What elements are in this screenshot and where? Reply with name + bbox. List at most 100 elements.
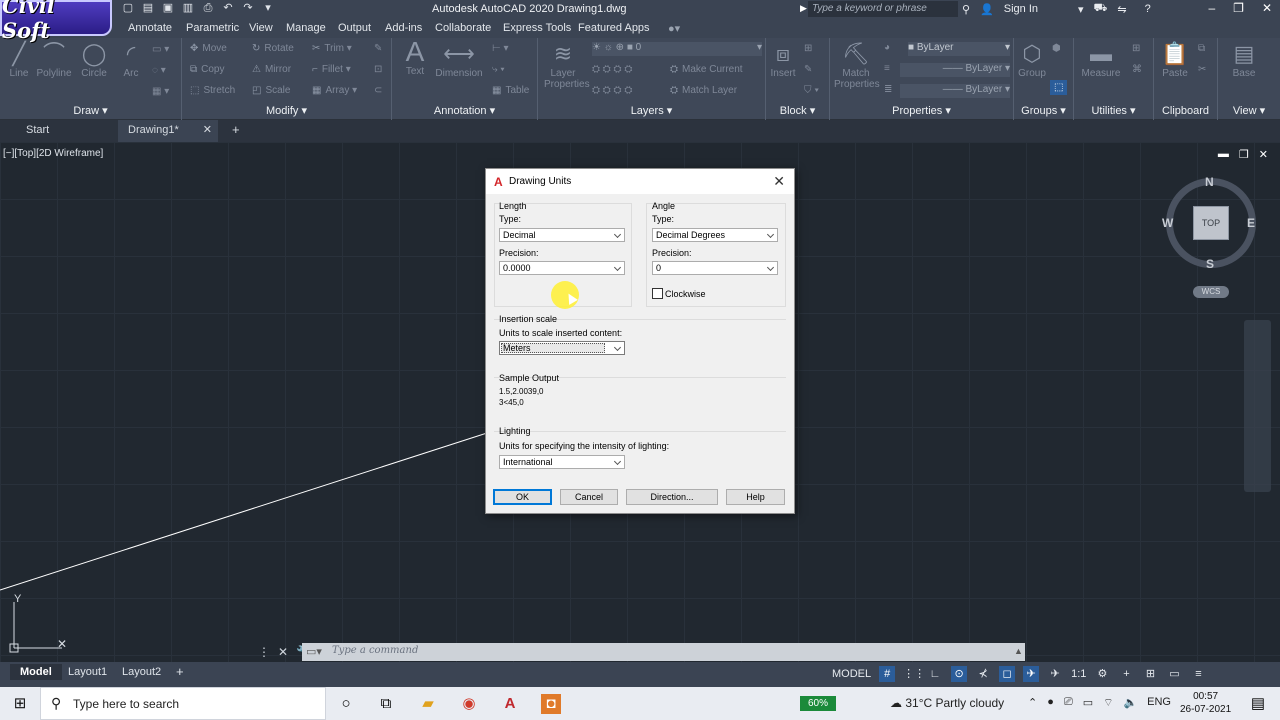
direction-button[interactable]: Direction... [626, 489, 718, 505]
weather-widget[interactable]: ☁ 31°C Partly cloudy [890, 696, 1004, 710]
lineweight-dropdown[interactable]: —— ByLayer ▾ [900, 84, 1010, 98]
file-explorer-icon[interactable]: ▰ [418, 694, 438, 714]
compass-west[interactable]: W [1162, 216, 1173, 230]
block-panel-title[interactable]: Block ▾ [766, 104, 829, 117]
redo-icon[interactable]: ↷ [242, 2, 254, 15]
rectangle-icon[interactable]: ▭ ▾ [152, 44, 169, 55]
array-tool[interactable]: ▦ Array ▾ [312, 85, 357, 96]
ungroup-icon[interactable]: ⬢ [1052, 43, 1061, 54]
color-dropdown[interactable]: ■ ByLayer ▾ [908, 42, 1010, 56]
fullscreen-icon[interactable]: ▭ [1166, 666, 1182, 682]
annotation-visibility-icon[interactable]: ✈ [1023, 666, 1040, 682]
save-as-icon[interactable]: ▥ [182, 2, 194, 15]
new-tab-icon[interactable]: + [232, 122, 240, 137]
drawn-line[interactable] [0, 142, 490, 602]
table-tool[interactable]: ▦ Table [492, 85, 529, 96]
ribbon-toggle-icon[interactable]: ●▾ [668, 22, 680, 35]
compass-south[interactable]: S [1206, 257, 1214, 271]
line-tool[interactable]: ╱ Line [4, 42, 34, 80]
make-current-tool[interactable]: ⛭ Make Current [670, 64, 743, 75]
edit-block-icon[interactable]: ✎ [804, 64, 812, 75]
restore-icon[interactable]: ❐ [1233, 1, 1244, 15]
command-expand-icon[interactable]: ▲ [1014, 646, 1023, 656]
tab-add-ins[interactable]: Add-ins [385, 22, 422, 34]
help-search-input[interactable]: Type a keyword or phrase [808, 1, 958, 17]
rotate-tool[interactable]: ↻ Rotate [252, 43, 294, 54]
block-attribute-icon[interactable]: ⛉ ▾ [804, 85, 819, 96]
mic-icon[interactable]: ● [1047, 696, 1054, 710]
tab-collaborate[interactable]: Collaborate [435, 22, 491, 34]
layer-tools-row1[interactable]: ⛭ ⛭ ⛭ ⛭ [592, 64, 632, 75]
save-icon[interactable]: ▣ [162, 2, 174, 15]
explode-icon[interactable]: ⊡ [374, 64, 382, 75]
measure-tool[interactable]: ▬ Measure [1080, 42, 1122, 80]
binoculars-icon[interactable]: ⚲ [962, 3, 970, 16]
match-properties-tool[interactable]: ⛏ Match Properties [834, 42, 880, 91]
group-tool[interactable]: ⬡ Group [1016, 42, 1048, 80]
help-icon[interactable]: ? [1145, 3, 1151, 15]
modify-panel-title[interactable]: Modify ▾ [182, 104, 391, 117]
text-tool[interactable]: A Text [400, 38, 430, 78]
insert-tool[interactable]: ⧈ Insert [768, 42, 798, 80]
command-close-icon[interactable]: ✕ [278, 645, 288, 659]
layer-properties-tool[interactable]: ≋ Layer Properties [544, 42, 590, 91]
compass-north[interactable]: N [1205, 175, 1214, 189]
isodraft-icon[interactable]: ⊀ [975, 666, 991, 682]
draw-panel-title[interactable]: Draw ▾ [0, 104, 181, 117]
properties-panel-title[interactable]: Properties ▾ [830, 104, 1013, 117]
view-panel-title[interactable]: View ▾ [1218, 104, 1280, 117]
compass-east[interactable]: E [1247, 216, 1255, 230]
color-wheel-icon[interactable]: ◕ [884, 42, 890, 53]
workspace-gear-icon[interactable]: ⚙ [1094, 666, 1110, 682]
dimension-tool[interactable]: ⟷ Dimension [434, 42, 484, 80]
cancel-button[interactable]: Cancel [560, 489, 618, 505]
open-file-icon[interactable]: ▤ [142, 2, 154, 15]
tab-output[interactable]: Output [338, 22, 371, 34]
cart-icon[interactable]: ⛟ [1094, 2, 1108, 16]
length-precision-select[interactable]: 0.0000 [499, 261, 625, 275]
customize-menu-icon[interactable]: ≡ [1190, 666, 1206, 682]
battery-indicator[interactable]: 60% [800, 696, 836, 711]
battery-icon[interactable]: ▭ [1083, 696, 1093, 710]
arc-tool[interactable]: ◜ Arc [116, 42, 146, 80]
close-window-icon[interactable]: ✕ [1262, 1, 1272, 15]
ok-button[interactable]: OK [493, 489, 552, 505]
id-point-icon[interactable]: ⌘ [1132, 64, 1142, 75]
layer-tools-row2[interactable]: ⛭ ⛭ ⛭ ⛭ [592, 85, 632, 96]
undo-icon[interactable]: ↶ [222, 2, 234, 15]
tab-featured-apps[interactable]: Featured Apps [578, 22, 650, 34]
help-button[interactable]: Help [726, 489, 785, 505]
clockwise-label[interactable]: Clockwise [665, 289, 706, 299]
multileader-icon[interactable]: ⊢ ▾ [492, 43, 509, 54]
command-grip-icon[interactable]: ⋮ [258, 645, 270, 659]
angle-type-select[interactable]: Decimal Degrees [652, 228, 778, 242]
autocad-taskbar-icon[interactable]: A [500, 694, 520, 714]
snap-icon[interactable]: ⋮⋮ [903, 666, 925, 682]
copy-tool[interactable]: ⧉ Copy [190, 64, 225, 75]
qat-dropdown-icon[interactable]: ▾ [262, 2, 274, 15]
command-history-icon[interactable]: ▭▾ [306, 645, 322, 658]
dialog-close-icon[interactable]: ✕ [773, 173, 785, 190]
match-layer-tool[interactable]: ⛭ Match Layer [670, 85, 737, 96]
sign-in-link[interactable]: Sign In [1004, 3, 1038, 15]
tab-start[interactable]: Start [26, 124, 49, 136]
windows-start-icon[interactable]: ⊞ [10, 694, 30, 714]
leader-icon[interactable]: ⤷ ▾ [492, 64, 505, 75]
length-type-select[interactable]: Decimal [499, 228, 625, 242]
tab-layout2[interactable]: Layout2 [118, 666, 165, 678]
plus-icon[interactable]: + [1118, 666, 1134, 682]
show-hidden-icon[interactable]: ⌃ [1028, 696, 1037, 710]
scale-tool[interactable]: ◰ Scale [252, 85, 290, 96]
close-tab-icon[interactable]: ✕ [203, 123, 212, 136]
cortana-icon[interactable]: ○ [336, 694, 356, 714]
utilities-panel-title[interactable]: Utilities ▾ [1074, 104, 1153, 117]
navigation-bar[interactable] [1244, 320, 1271, 492]
cut-icon[interactable]: ✂ [1198, 64, 1206, 75]
lighting-units-select[interactable]: International [499, 455, 625, 469]
fillet-tool[interactable]: ⌐ Fillet ▾ [312, 64, 351, 75]
usb-icon[interactable]: ⎚ [1064, 696, 1073, 710]
layer-dropdown[interactable]: ☀ ☼ ⊕ ■ 0 ▾ [592, 42, 762, 56]
angle-precision-select[interactable]: 0 [652, 261, 778, 275]
group-select-icon[interactable]: ⬚ [1050, 80, 1068, 95]
hatch-icon[interactable]: ◌ ▾ [152, 65, 166, 76]
